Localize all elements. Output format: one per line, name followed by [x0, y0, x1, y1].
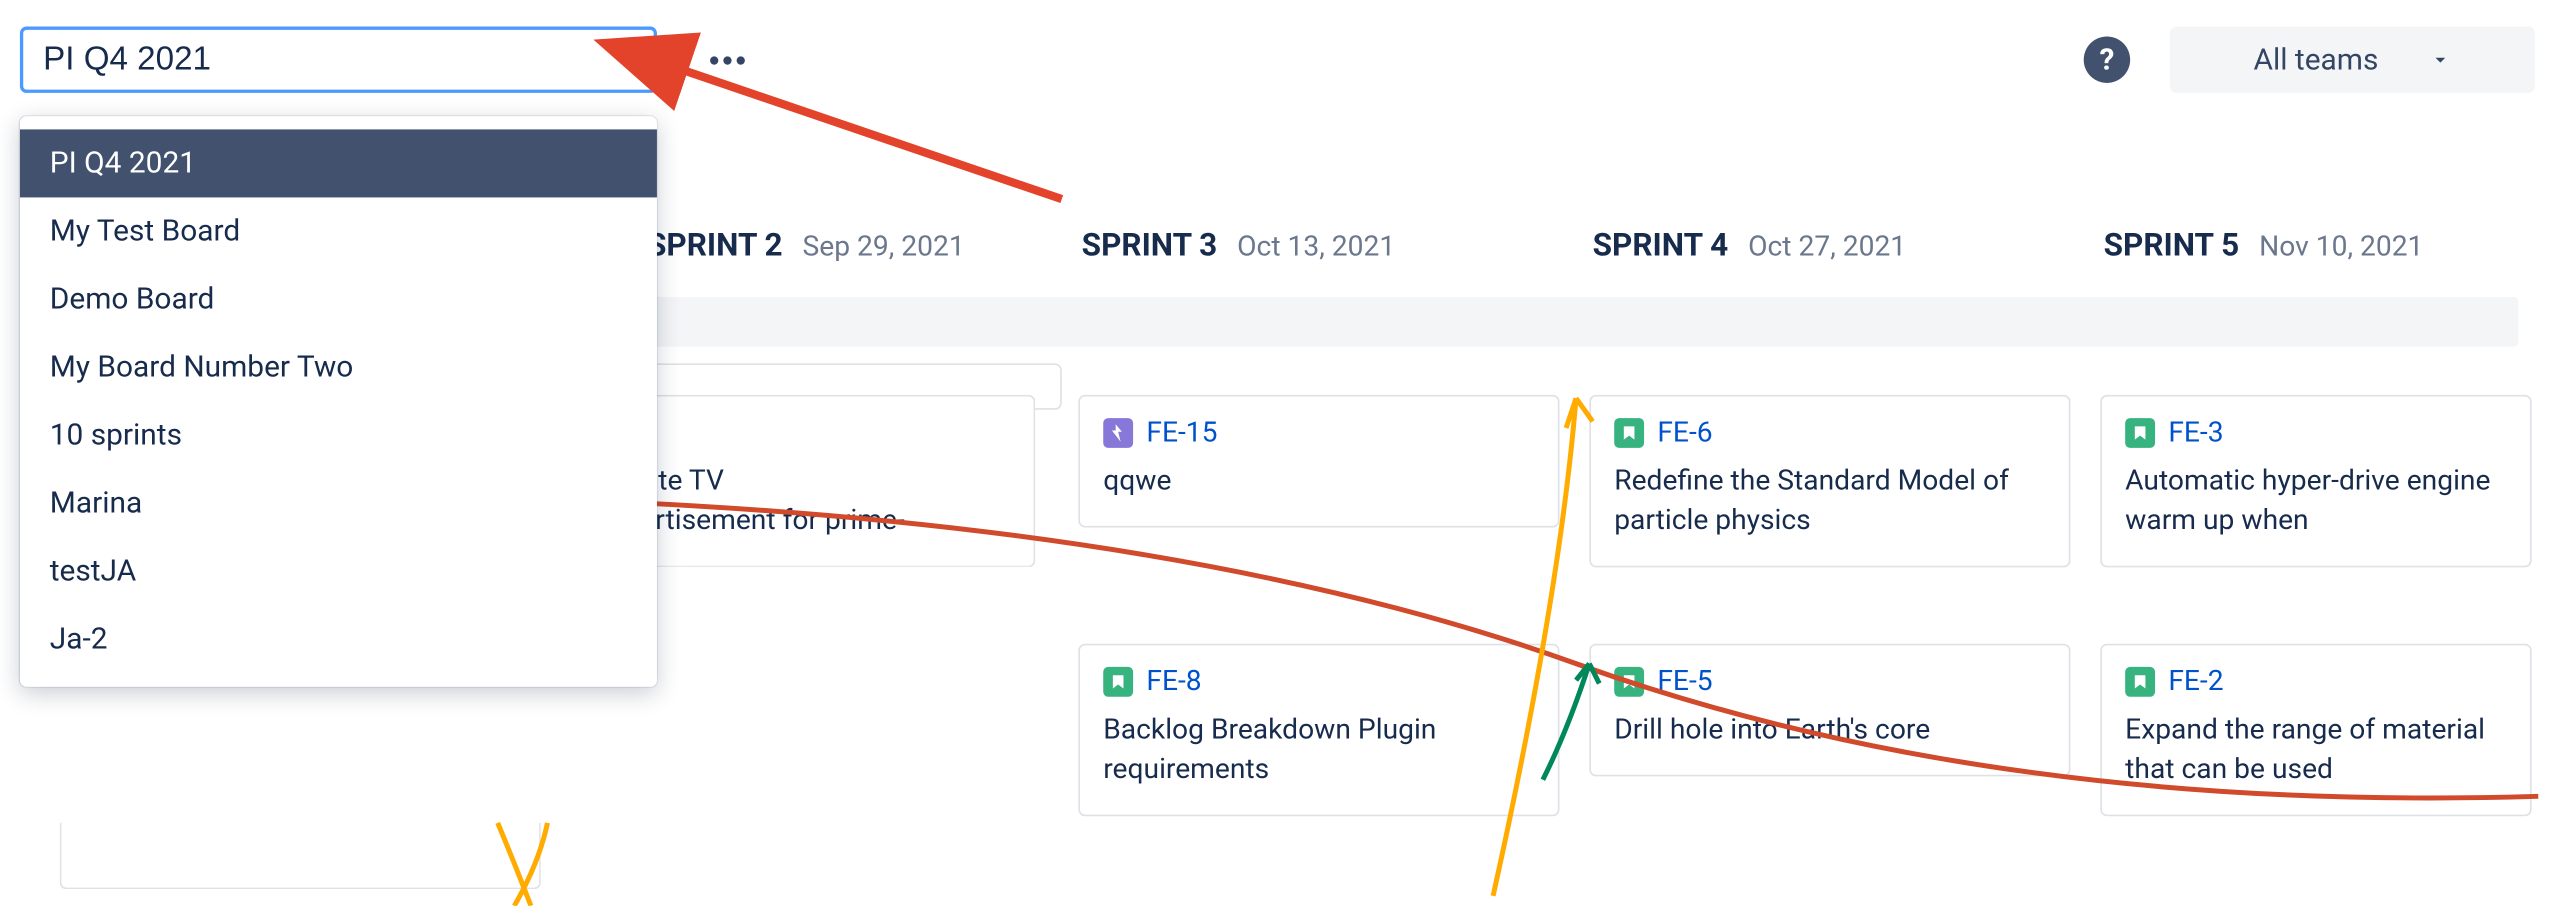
issue-key: FE-3	[2168, 416, 2223, 449]
issue-title: Automatic hyper-drive engine warm up whe…	[2125, 463, 2507, 542]
dropdown-item[interactable]: 10 sprints	[20, 401, 657, 469]
story-icon	[1614, 667, 1644, 697]
issue-key: FE-2	[2168, 665, 2223, 698]
story-icon	[2125, 418, 2155, 448]
issue-title: qqwe	[1103, 463, 1534, 502]
board-select-options: PI Q4 2021 My Test Board Demo Board My B…	[20, 116, 657, 687]
issue-title: Redefine the Standard Model of particle …	[1614, 463, 2045, 542]
issue-card[interactable]: FE-6 Redefine the Standard Model of part…	[1589, 395, 2070, 567]
dropdown-item[interactable]: Marina	[20, 469, 657, 537]
issue-key: FE-15	[1146, 416, 1217, 449]
story-icon	[2125, 667, 2155, 697]
issue-title: Drill hole into Earth's core	[1614, 712, 2045, 751]
dropdown-item[interactable]: testJA	[20, 538, 657, 606]
story-icon	[1103, 667, 1133, 697]
issue-key: FE-5	[1657, 665, 1712, 698]
issue-card-partial[interactable]	[60, 823, 541, 889]
issue-title: minute TV advertisement for prime-	[596, 463, 1011, 542]
dropdown-item[interactable]: Ja-2	[20, 606, 657, 674]
issue-key: FE-8	[1146, 665, 1201, 698]
dropdown-item[interactable]: Demo Board	[20, 265, 657, 333]
issue-key: FE-6	[1657, 416, 1712, 449]
dropdown-item[interactable]: PI Q4 2021	[20, 129, 657, 197]
epic-icon	[1103, 418, 1133, 448]
dropdown-item[interactable]: My Board Number Two	[20, 333, 657, 401]
issue-card[interactable]: FE-5 Drill hole into Earth's core	[1589, 644, 2070, 776]
issue-card[interactable]: FE-8 Backlog Breakdown Plugin requiremen…	[1078, 644, 1559, 816]
issue-card[interactable]: FE-2 Expand the range of material that c…	[2100, 644, 2531, 816]
story-icon	[1614, 418, 1644, 448]
issue-title: Expand the range of material that can be…	[2125, 712, 2507, 791]
issue-title: Backlog Breakdown Plugin requirements	[1103, 712, 1534, 791]
issue-card[interactable]: FE-15 qqwe	[1078, 395, 1559, 527]
issue-card[interactable]: FE-3 Automatic hyper-drive engine warm u…	[2100, 395, 2531, 567]
dropdown-item[interactable]: My Test Board	[20, 197, 657, 265]
